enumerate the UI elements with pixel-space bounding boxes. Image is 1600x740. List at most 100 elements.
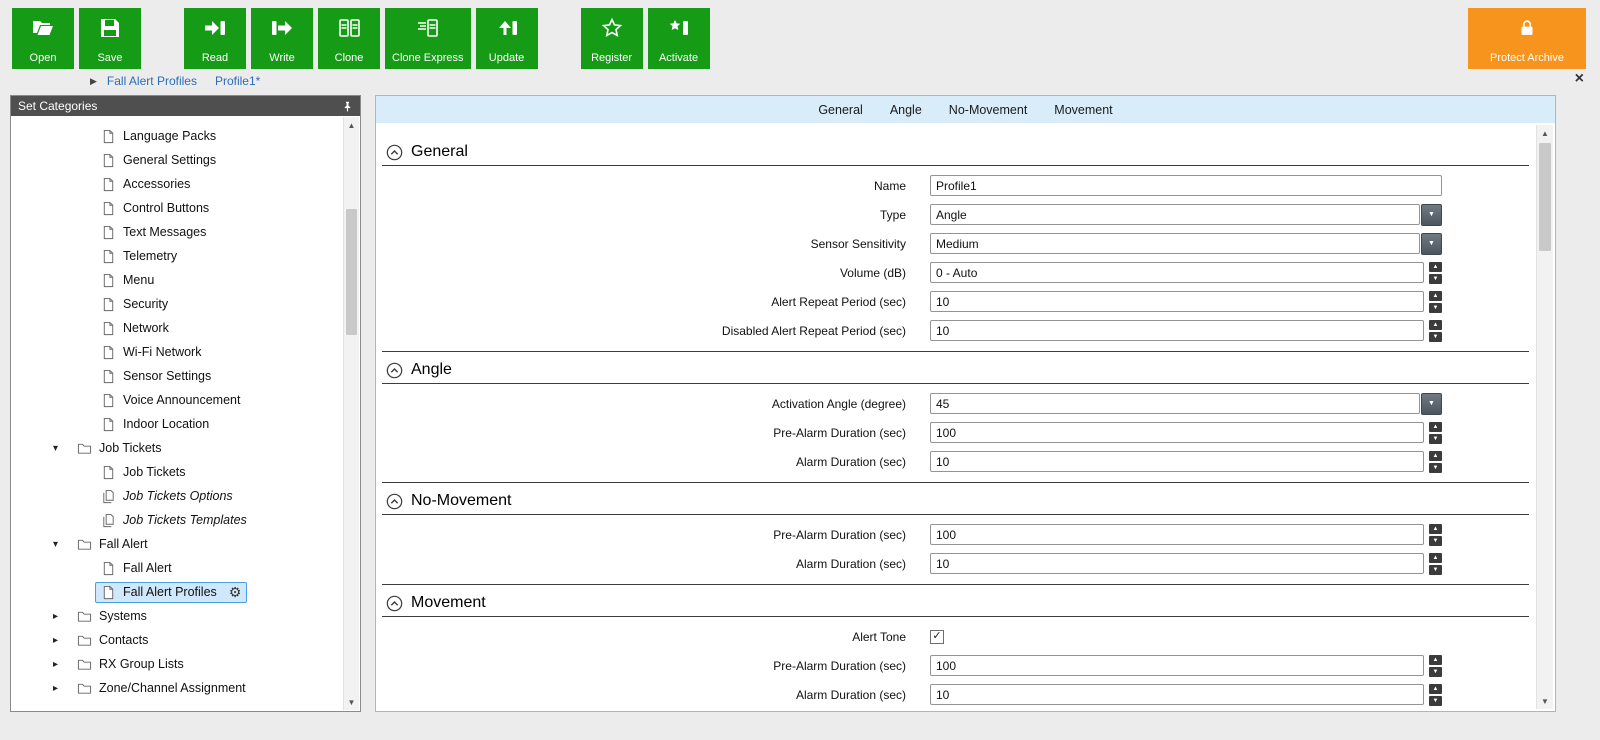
tab-general[interactable]: General [818, 103, 862, 117]
sensor-sensitivity-input[interactable] [930, 233, 1420, 254]
collapse-icon[interactable] [386, 595, 403, 612]
tree-item-voice-announcement[interactable]: Voice Announcement ⚙ [11, 388, 342, 412]
disabled-alert-repeat-period-sec-increment-button[interactable]: ▲ [1429, 320, 1442, 330]
alarm-duration-sec-increment-button[interactable]: ▲ [1429, 553, 1442, 563]
tree-item-general-settings[interactable]: General Settings ⚙ [11, 148, 342, 172]
update-button[interactable]: Update [476, 8, 538, 69]
alarm-duration-sec-decrement-button[interactable]: ▼ [1429, 565, 1442, 575]
expander-icon[interactable]: ▸ [53, 635, 71, 646]
alarm-duration-sec-decrement-button[interactable]: ▼ [1429, 696, 1442, 706]
name-input[interactable] [930, 175, 1442, 196]
alarm-duration-sec-input[interactable] [930, 684, 1424, 705]
tree-item-language-packs[interactable]: Language Packs ⚙ [11, 124, 342, 148]
type-input[interactable] [930, 204, 1420, 225]
breadcrumb-link[interactable]: Fall Alert Profiles [107, 74, 197, 88]
tree-item-telemetry[interactable]: Telemetry ⚙ [11, 244, 342, 268]
main-scroll-thumb[interactable] [1539, 143, 1551, 251]
clone-express-button[interactable]: Clone Express [385, 8, 471, 69]
tab-no-movement[interactable]: No-Movement [949, 103, 1028, 117]
alarm-duration-sec-input[interactable] [930, 553, 1424, 574]
tree-item-fall-alert[interactable]: Fall Alert ⚙ [11, 556, 342, 580]
open-button[interactable]: Open [12, 8, 74, 69]
breadcrumb-link[interactable]: Profile1* [215, 74, 260, 88]
tab-movement[interactable]: Movement [1054, 103, 1112, 117]
collapse-icon[interactable] [386, 362, 403, 379]
section-header[interactable]: Angle [382, 357, 1529, 384]
collapse-icon[interactable] [386, 144, 403, 161]
protect-archive-button[interactable]: Protect Archive [1468, 8, 1586, 69]
tree-item-indoor-location[interactable]: Indoor Location ⚙ [11, 412, 342, 436]
write-button[interactable]: Write [251, 8, 313, 69]
alarm-duration-sec-increment-button[interactable]: ▲ [1429, 684, 1442, 694]
activate-button[interactable]: Activate [648, 8, 710, 69]
alert-repeat-period-sec-input[interactable] [930, 291, 1424, 312]
alert-repeat-period-sec-increment-button[interactable]: ▲ [1429, 291, 1442, 301]
pre-alarm-duration-sec-input[interactable] [930, 524, 1424, 545]
tree-item-control-buttons[interactable]: Control Buttons ⚙ [11, 196, 342, 220]
sidebar-scrollbar[interactable]: ▲ ▼ [343, 117, 359, 710]
register-button[interactable]: Register [581, 8, 643, 69]
alert-tone-checkbox[interactable]: ✓ [930, 630, 944, 644]
pin-icon[interactable] [342, 101, 353, 112]
tree-item-job-tickets-options[interactable]: Job Tickets Options ⚙ [11, 484, 342, 508]
tree-item-fall-alert[interactable]: ▾ Fall Alert ⚙ [11, 532, 342, 556]
tree-item-job-tickets[interactable]: ▾ Job Tickets ⚙ [11, 436, 342, 460]
alarm-duration-sec-decrement-button[interactable]: ▼ [1429, 463, 1442, 473]
activation-angle-degree-input[interactable] [930, 393, 1420, 414]
tree-item-job-tickets-templates[interactable]: Job Tickets Templates ⚙ [11, 508, 342, 532]
alarm-duration-sec-increment-button[interactable]: ▲ [1429, 451, 1442, 461]
tab-angle[interactable]: Angle [890, 103, 922, 117]
tree-item-systems[interactable]: ▸ Systems ⚙ [11, 604, 342, 628]
tree-item-text-messages[interactable]: Text Messages ⚙ [11, 220, 342, 244]
pre-alarm-duration-sec-increment-button[interactable]: ▲ [1429, 524, 1442, 534]
pre-alarm-duration-sec-increment-button[interactable]: ▲ [1429, 655, 1442, 665]
main-scrollbar[interactable]: ▲ ▼ [1536, 125, 1553, 709]
pre-alarm-duration-sec-input[interactable] [930, 655, 1424, 676]
scroll-down-icon[interactable]: ▼ [344, 694, 359, 710]
scroll-up-icon[interactable]: ▲ [1537, 125, 1553, 141]
scroll-up-icon[interactable]: ▲ [344, 117, 359, 133]
tree-item-menu[interactable]: Menu ⚙ [11, 268, 342, 292]
tree-item-job-tickets[interactable]: Job Tickets ⚙ [11, 460, 342, 484]
pre-alarm-duration-sec-increment-button[interactable]: ▲ [1429, 422, 1442, 432]
gear-icon[interactable]: ⚙ [229, 585, 242, 599]
expander-icon[interactable]: ▸ [53, 611, 71, 622]
read-button[interactable]: Read [184, 8, 246, 69]
pre-alarm-duration-sec-decrement-button[interactable]: ▼ [1429, 667, 1442, 677]
pre-alarm-duration-sec-input[interactable] [930, 422, 1424, 443]
expander-icon[interactable]: ▾ [53, 539, 71, 550]
pre-alarm-duration-sec-decrement-button[interactable]: ▼ [1429, 536, 1442, 546]
tree-item-wi-fi-network[interactable]: Wi-Fi Network ⚙ [11, 340, 342, 364]
section-header[interactable]: Movement [382, 590, 1529, 617]
volume-db-decrement-button[interactable]: ▼ [1429, 274, 1442, 284]
breadcrumb-arrow-icon[interactable]: ▶ [90, 76, 97, 87]
tree-item-accessories[interactable]: Accessories ⚙ [11, 172, 342, 196]
tree-item-rx-group-lists[interactable]: ▸ RX Group Lists ⚙ [11, 652, 342, 676]
section-header[interactable]: No-Movement [382, 488, 1529, 515]
expander-icon[interactable]: ▸ [53, 683, 71, 694]
close-icon[interactable]: × [1575, 71, 1584, 87]
clone-button[interactable]: Clone [318, 8, 380, 69]
alert-repeat-period-sec-decrement-button[interactable]: ▼ [1429, 303, 1442, 313]
expander-icon[interactable]: ▸ [53, 659, 71, 670]
alarm-duration-sec-input[interactable] [930, 451, 1424, 472]
sidebar-scroll-thumb[interactable] [346, 209, 357, 335]
expander-icon[interactable]: ▾ [53, 443, 71, 454]
tree-item-contacts[interactable]: ▸ Contacts ⚙ [11, 628, 342, 652]
tree-item-security[interactable]: Security ⚙ [11, 292, 342, 316]
type-dropdown-button[interactable]: ▼ [1421, 204, 1442, 226]
pre-alarm-duration-sec-decrement-button[interactable]: ▼ [1429, 434, 1442, 444]
tree-item-sensor-settings[interactable]: Sensor Settings ⚙ [11, 364, 342, 388]
save-button[interactable]: Save [79, 8, 141, 69]
tree-item-zone-channel-assignment[interactable]: ▸ Zone/Channel Assignment ⚙ [11, 676, 342, 700]
activation-angle-degree-dropdown-button[interactable]: ▼ [1421, 393, 1442, 415]
disabled-alert-repeat-period-sec-input[interactable] [930, 320, 1424, 341]
disabled-alert-repeat-period-sec-decrement-button[interactable]: ▼ [1429, 332, 1442, 342]
collapse-icon[interactable] [386, 493, 403, 510]
tree-item-network[interactable]: Network ⚙ [11, 316, 342, 340]
volume-db-input[interactable] [930, 262, 1424, 283]
volume-db-increment-button[interactable]: ▲ [1429, 262, 1442, 272]
scroll-down-icon[interactable]: ▼ [1537, 693, 1553, 709]
section-header[interactable]: General [382, 139, 1529, 166]
sensor-sensitivity-dropdown-button[interactable]: ▼ [1421, 233, 1442, 255]
